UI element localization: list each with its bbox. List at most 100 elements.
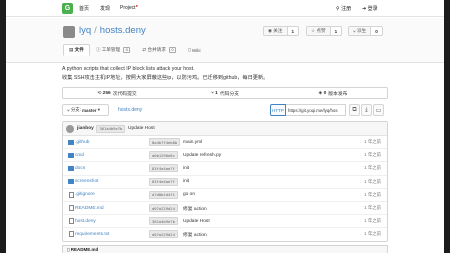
fork-count[interactable]: 0 [371,29,382,34]
repo-description-en: A python scripts that collect IP block l… [62,66,195,72]
file-name-link[interactable]: cmd [75,153,84,158]
file-name-link[interactable]: README.md [75,206,104,211]
repo-tabs: ▤ 文件 ⓘ 工单管理 0 ⇄ 合并请求 0 ▯ Wiki [63,44,207,56]
register-label: 注册 [341,6,352,12]
releases-count: 0 [323,90,327,96]
commit-sha[interactable]: 361a4b9e7b [96,124,126,133]
file-name-link[interactable]: .github [75,140,89,145]
file-commit-sha[interactable]: 83f4e4ae7f [149,177,178,186]
tab-pulls-label: 合并请求 [147,47,166,52]
top-navbar: G 首页 发现 Project● ⚲ 注册 ➜ 登录 [6,0,444,17]
file-commit-sha[interactable]: d07a229d24 [149,204,178,213]
file-commit-time: 1 年之前 [364,231,381,237]
protocol-button[interactable]: HTTP [270,104,286,116]
repo-name-link[interactable]: hosts.deny [100,25,146,36]
star-button[interactable]: ☆ 点赞 1 [306,26,343,36]
login-label: 登录 [367,6,378,12]
commit-author[interactable]: jianboy [77,126,94,131]
branches-count: 1 [215,90,218,96]
readme-title: README.md [70,247,99,252]
table-row[interactable]: cmd a0b1290e8c Update refresh.py 1 年之前 [63,149,387,163]
register-link[interactable]: ⚲ 注册 [336,5,351,12]
file-commit-message[interactable]: init [183,166,189,171]
star-label: 点赞 [316,28,326,33]
file-commit-time: 1 年之前 [364,165,381,171]
branches-stat[interactable]: ⑂ 1 代码分支 [171,88,279,98]
file-commit-sha[interactable]: 8a4b7f4eb8b [149,138,181,147]
file-name-link[interactable]: docs [75,166,85,171]
terminal-button[interactable]: ▭ [373,104,384,116]
site-logo[interactable]: G [62,3,73,14]
clone-url-input[interactable]: https://git.yoqi.me/lyq/hos [286,104,346,116]
table-row[interactable]: host.deny 361a4b9e7b Update Host 1 年之前 [63,215,387,229]
download-button[interactable]: ⤓ [361,104,372,116]
copy-url-button[interactable]: ⧉ [349,104,360,116]
nav-home[interactable]: 首页 [79,5,89,12]
login-link[interactable]: ➜ 登录 [362,5,378,12]
tab-files-label: 文件 [74,47,84,52]
repo-owner-link[interactable]: lyq [79,25,91,36]
issues-count: 0 [123,46,131,54]
nav-explore[interactable]: 发现 [100,5,110,12]
watch-count[interactable]: 1 [288,29,299,34]
tab-pulls[interactable]: ⇄ 合并请求 0 [136,44,182,56]
tab-issues-label: 工单管理 [101,47,121,52]
file-name-link[interactable]: host.deny [75,219,96,224]
repo-stats-bar: ⟲ 256 次代码提交 ⑂ 1 代码分支 ◈ 0 版本发布 [62,87,388,99]
table-row[interactable]: screenshot 83f4e4ae7f init 1 年之前 [63,176,387,189]
file-icon [69,205,74,212]
repo-title: lyq / hosts.deny [79,25,146,36]
chevron-down-icon: ▾ [96,107,100,112]
table-row[interactable]: .github 8a4b7f4eb8b main.yml 1 年之前 [63,136,387,150]
tab-wiki-label: Wiki [191,47,201,53]
file-commit-sha[interactable]: 361a4b9e7b [149,217,178,226]
file-icon [69,218,74,225]
fork-label: 派生 [357,28,367,33]
file-list: .github 8a4b7f4eb8b main.yml 1 年之前 cmd a0b129… [63,136,387,241]
file-commit-message[interactable]: Update refresh.py [183,153,221,158]
new-dot-icon: ● [135,3,138,8]
nav-project[interactable]: Project● [120,3,138,11]
file-commit-message[interactable]: main.yml [183,140,202,145]
file-commit-message[interactable]: go on [183,192,195,197]
file-commit-time: 1 年之前 [364,178,381,184]
avatar[interactable] [66,124,74,133]
folder-icon [68,139,74,145]
file-commit-message[interactable]: Update Host [183,219,210,224]
branch-selector[interactable]: ⑂ 分支: master ▾ [62,104,109,116]
file-name-link[interactable]: .gitignore [75,192,95,197]
releases-stat[interactable]: ◈ 0 版本发布 [279,88,387,98]
watch-button[interactable]: ◉ 关注 1 [263,26,300,36]
table-row[interactable]: docs 83f4e4ae7f init 1 年之前 [63,162,387,176]
nav-project-label: Project [120,5,136,11]
commits-stat[interactable]: ⟲ 256 次代码提交 [63,88,171,98]
file-commit-message[interactable]: init [183,179,189,184]
fork-button[interactable]: ⑂ 派生 0 [348,26,383,36]
file-commit-sha[interactable]: a0b1290e8c [149,151,178,160]
table-row[interactable]: .gitignore a7d0b1d4f1 go on 1 年之前 [63,189,387,202]
terminal-icon: ▭ [375,107,382,114]
tab-issues[interactable]: ⓘ 工单管理 0 [90,44,137,56]
table-row[interactable]: requirements.txt d07a229d24 修复 action 1 年之前 [63,228,387,241]
file-commit-sha[interactable]: 83f4e4ae7f [149,164,178,173]
file-name-link[interactable]: screenshot [75,179,98,184]
file-commit-time: 1 年之前 [364,191,381,197]
file-commit-sha[interactable]: d07a229d24 [149,230,178,239]
star-count[interactable]: 1 [331,29,342,34]
path-breadcrumb[interactable]: hosts.deny [118,107,142,113]
tab-wiki[interactable]: ▯ Wiki [182,44,207,56]
readme-header: ▯ README.md [62,245,388,253]
file-commit-time: 1 年之前 [364,205,381,211]
file-commit-sha[interactable]: a7d0b1d4f1 [149,190,178,199]
file-table: jianboy 361a4b9e7b Update Host .github 8a… [62,121,388,242]
repo-description-zh: 收集 SSH攻击主机IP地址，按照大家屏蔽这些ip，以防污鸡。已迁移到githu… [62,75,269,81]
table-row[interactable]: README.md d07a229d24 修复 action 1 年之前 [63,202,387,216]
file-commit-message[interactable]: 修复 action [183,205,207,212]
copy-icon: ⧉ [352,106,357,113]
tab-files[interactable]: ▤ 文件 [63,44,90,56]
file-commit-time: 1 年之前 [364,152,381,158]
file-commit-time: 1 年之前 [364,218,381,224]
file-commit-message[interactable]: 修复 action [183,231,207,238]
branch-name: master [82,107,97,113]
file-name-link[interactable]: requirements.txt [75,232,109,237]
